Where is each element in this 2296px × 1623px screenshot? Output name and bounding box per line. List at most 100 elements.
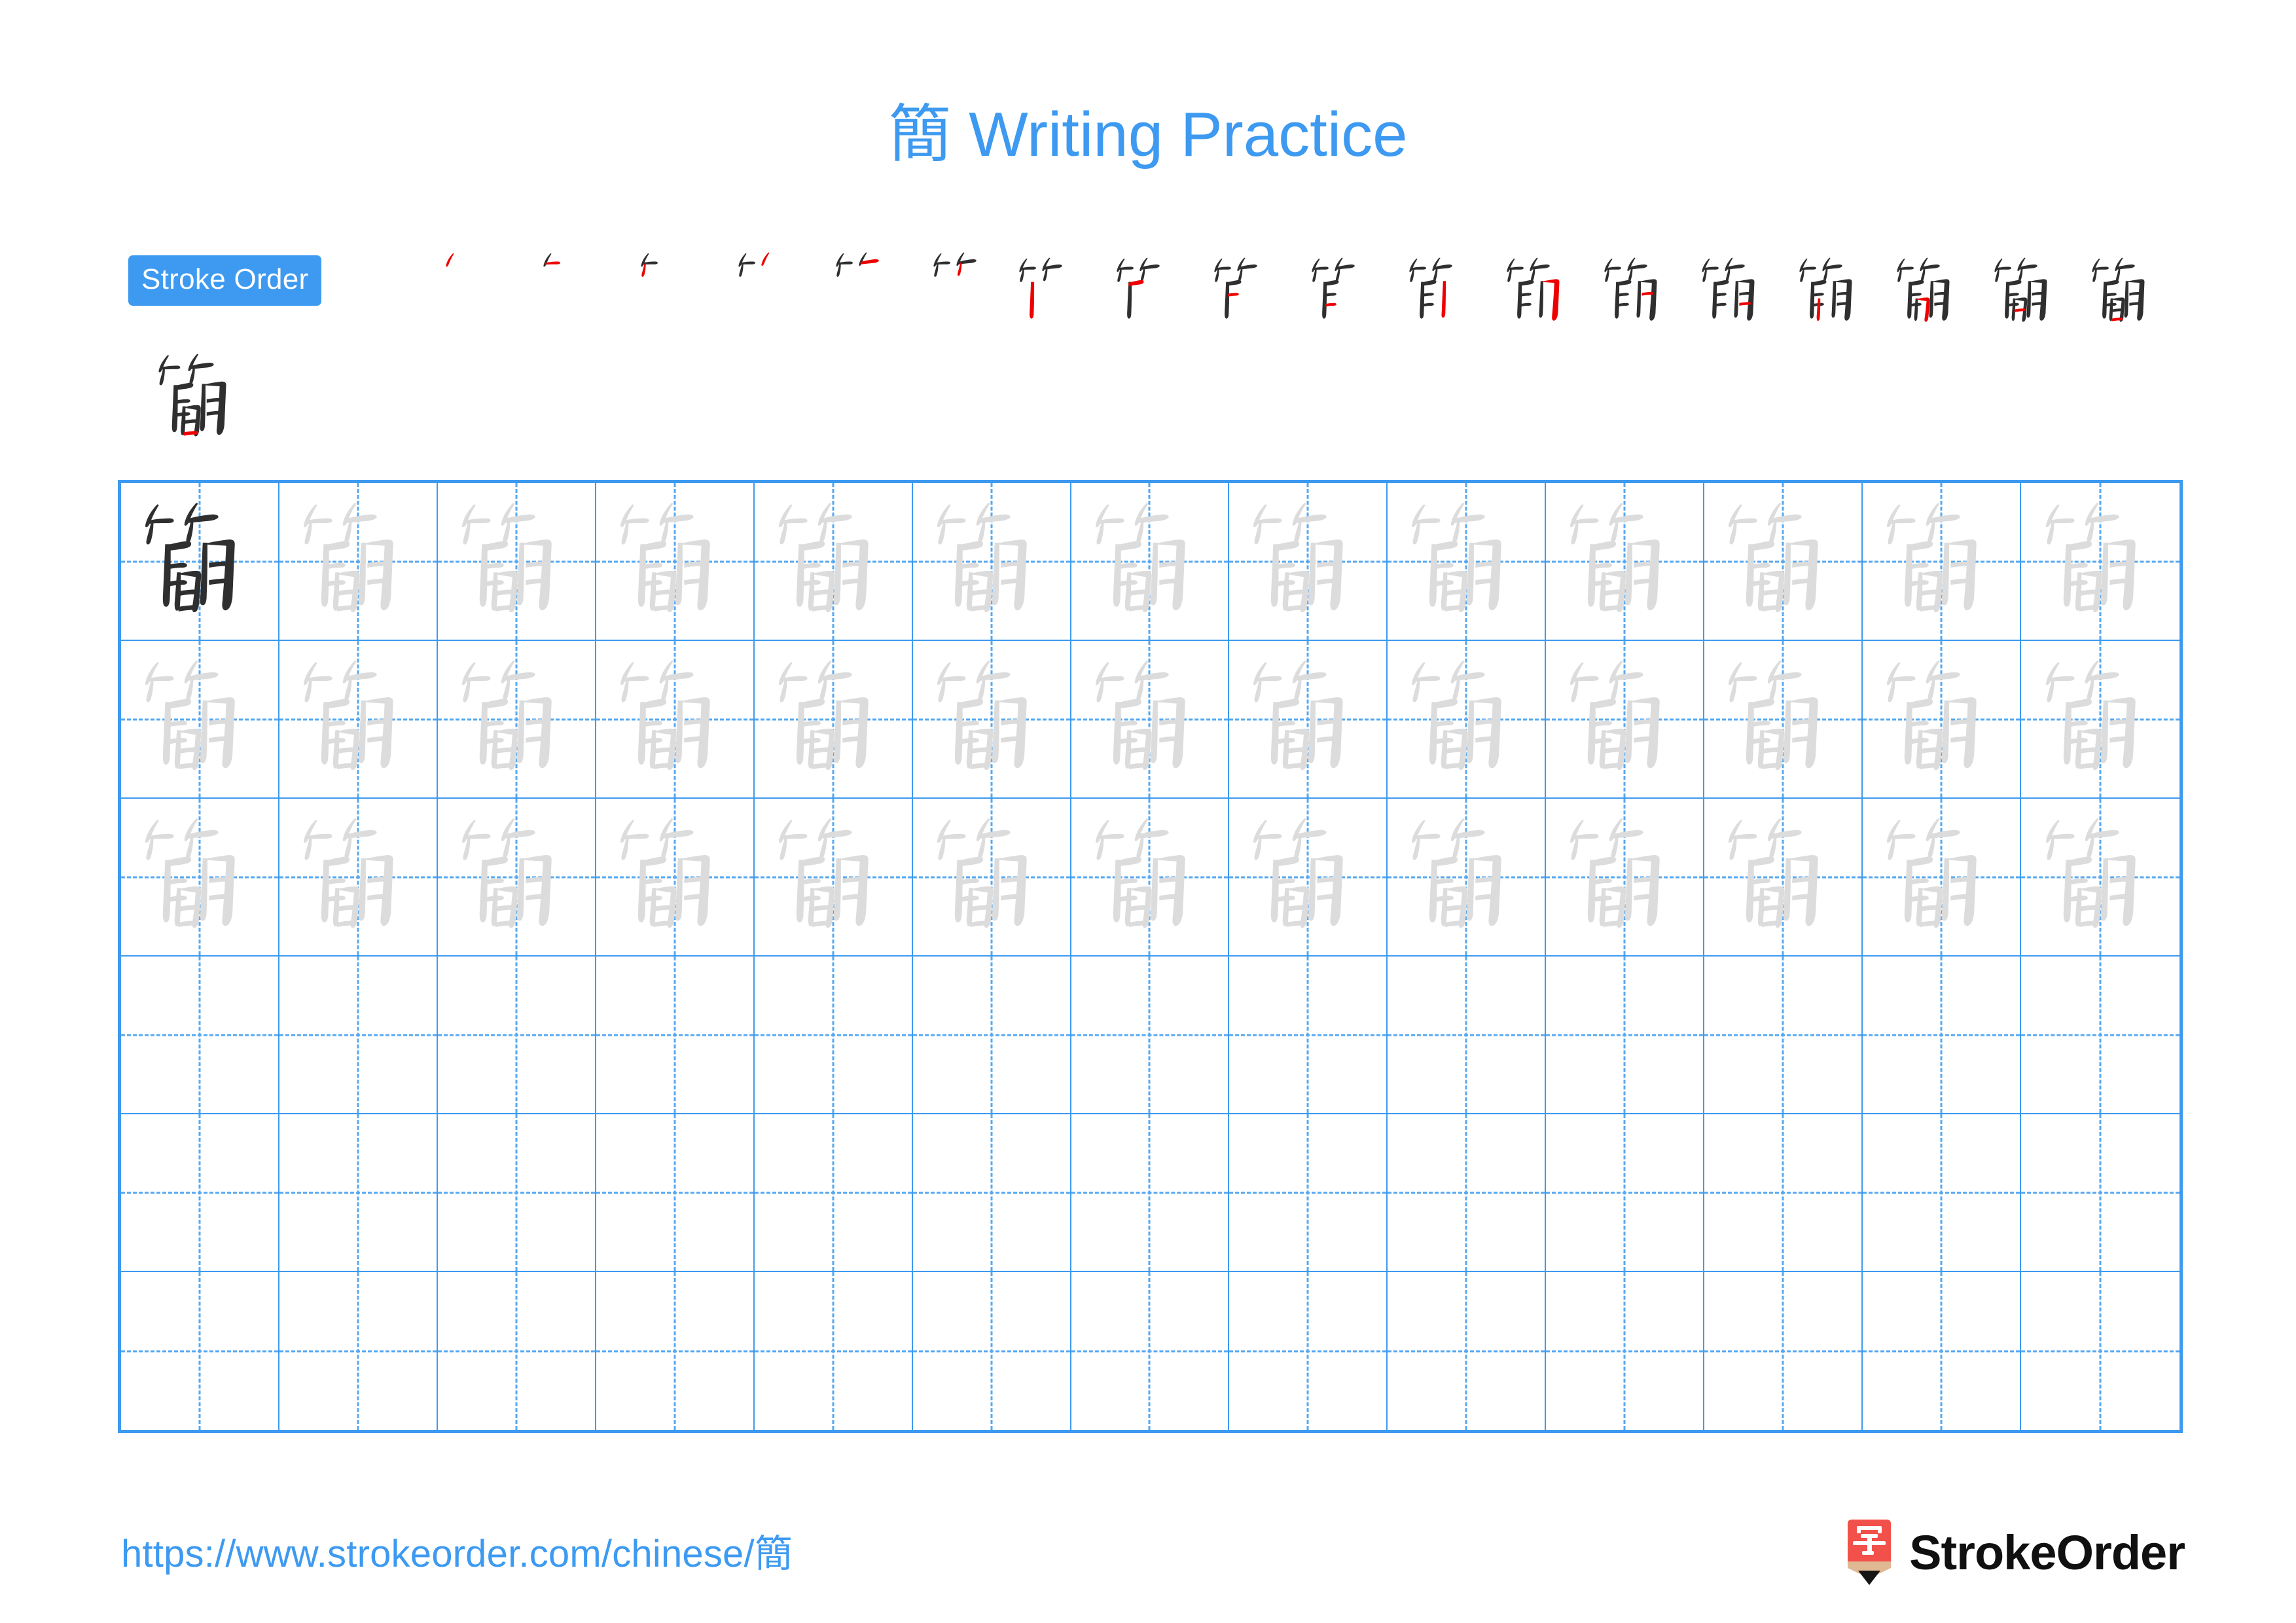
practice-cell-r3-c5[interactable] bbox=[754, 799, 913, 957]
practice-cell-r1-c2[interactable] bbox=[279, 483, 438, 641]
practice-cell-r4-c5[interactable] bbox=[754, 957, 913, 1114]
practice-cell-r2-c13[interactable] bbox=[2021, 641, 2179, 799]
practice-cell-r2-c2[interactable] bbox=[279, 641, 438, 799]
practice-cell-r2-c3[interactable] bbox=[437, 641, 596, 799]
practice-cell-r4-c4[interactable] bbox=[596, 957, 755, 1114]
practice-cell-r1-c13[interactable] bbox=[2021, 483, 2179, 641]
practice-cell-r4-c8[interactable] bbox=[1229, 957, 1388, 1114]
practice-cell-r3-c9[interactable] bbox=[1388, 799, 1547, 957]
practice-cell-r2-c4[interactable] bbox=[596, 641, 755, 799]
practice-cell-r5-c7[interactable] bbox=[1071, 1114, 1230, 1272]
practice-cell-r5-c3[interactable] bbox=[437, 1114, 596, 1272]
footer-logo[interactable]: StrokeOrder bbox=[1844, 1516, 2185, 1588]
practice-cell-r6-c8[interactable] bbox=[1229, 1272, 1388, 1430]
practice-cell-r4-c13[interactable] bbox=[2021, 957, 2179, 1114]
practice-cell-r4-c1[interactable] bbox=[121, 957, 279, 1114]
practice-cell-r5-c1[interactable] bbox=[121, 1114, 279, 1272]
stroke-step-7 bbox=[995, 244, 1094, 335]
practice-cell-r1-c8[interactable] bbox=[1229, 483, 1388, 641]
practice-cell-r5-c2[interactable] bbox=[279, 1114, 438, 1272]
practice-cell-r1-c3[interactable] bbox=[437, 483, 596, 641]
trace-character bbox=[1229, 799, 1386, 955]
practice-cell-r3-c8[interactable] bbox=[1229, 799, 1388, 957]
practice-cell-r6-c6[interactable] bbox=[913, 1272, 1071, 1430]
stroke-step-15 bbox=[1775, 244, 1874, 335]
practice-cell-r2-c7[interactable] bbox=[1071, 641, 1230, 799]
sample-character bbox=[124, 339, 275, 457]
practice-cell-r5-c4[interactable] bbox=[596, 1114, 755, 1272]
practice-cell-r6-c12[interactable] bbox=[1863, 1272, 2022, 1430]
practice-cell-r3-c4[interactable] bbox=[596, 799, 755, 957]
practice-cell-r5-c9[interactable] bbox=[1388, 1114, 1547, 1272]
practice-cell-r4-c11[interactable] bbox=[1704, 957, 1863, 1114]
practice-cell-r3-c11[interactable] bbox=[1704, 799, 1863, 957]
trace-character bbox=[913, 641, 1070, 797]
footer-url[interactable]: https://www.strokeorder.com/chinese/簡 bbox=[121, 1523, 793, 1578]
practice-cell-r5-c5[interactable] bbox=[754, 1114, 913, 1272]
practice-cell-r3-c6[interactable] bbox=[912, 799, 1071, 957]
practice-cell-r6-c7[interactable] bbox=[1071, 1272, 1230, 1430]
practice-cell-r1-c6[interactable] bbox=[912, 483, 1071, 641]
practice-cell-r1-c9[interactable] bbox=[1388, 483, 1547, 641]
practice-cell-r2-c1[interactable] bbox=[121, 641, 279, 799]
practice-cell-r4-c9[interactable] bbox=[1388, 957, 1547, 1114]
trace-character bbox=[121, 641, 278, 797]
practice-cell-r6-c9[interactable] bbox=[1388, 1272, 1547, 1430]
practice-cell-r6-c5[interactable] bbox=[755, 1272, 913, 1430]
practice-cell-r6-c4[interactable] bbox=[596, 1272, 755, 1430]
trace-character bbox=[1546, 799, 1703, 955]
practice-cell-r5-c12[interactable] bbox=[1863, 1114, 2022, 1272]
practice-cell-r3-c12[interactable] bbox=[1863, 799, 2022, 957]
practice-cell-r6-c3[interactable] bbox=[438, 1272, 596, 1430]
practice-cell-r5-c10[interactable] bbox=[1546, 1114, 1705, 1272]
practice-cell-r1-c11[interactable] bbox=[1704, 483, 1863, 641]
practice-cell-r2-c6[interactable] bbox=[912, 641, 1071, 799]
practice-cell-r1-c1[interactable] bbox=[121, 483, 279, 641]
practice-cell-r3-c13[interactable] bbox=[2021, 799, 2179, 957]
practice-cell-r2-c5[interactable] bbox=[754, 641, 913, 799]
practice-cell-r4-c6[interactable] bbox=[912, 957, 1071, 1114]
practice-cell-r1-c10[interactable] bbox=[1546, 483, 1705, 641]
practice-cell-r6-c2[interactable] bbox=[279, 1272, 438, 1430]
practice-cell-r3-c3[interactable] bbox=[437, 799, 596, 957]
practice-cell-r4-c2[interactable] bbox=[279, 957, 438, 1114]
trace-character bbox=[755, 483, 912, 640]
trace-character bbox=[1229, 641, 1386, 797]
practice-cell-r6-c13[interactable] bbox=[2021, 1272, 2179, 1430]
practice-cell-r1-c5[interactable] bbox=[754, 483, 913, 641]
practice-cell-r3-c10[interactable] bbox=[1546, 799, 1705, 957]
practice-cell-r3-c7[interactable] bbox=[1071, 799, 1230, 957]
practice-cell-r5-c6[interactable] bbox=[912, 1114, 1071, 1272]
practice-cell-r4-c7[interactable] bbox=[1071, 957, 1230, 1114]
practice-cell-r1-c12[interactable] bbox=[1863, 483, 2022, 641]
practice-cell-r4-c12[interactable] bbox=[1863, 957, 2022, 1114]
page-title-text: Writing Practice bbox=[951, 100, 1408, 170]
practice-cell-r3-c2[interactable] bbox=[279, 799, 438, 957]
practice-cell-r2-c8[interactable] bbox=[1229, 641, 1388, 799]
practice-cell-r5-c13[interactable] bbox=[2021, 1114, 2179, 1272]
stroke-step-1 bbox=[410, 244, 509, 335]
practice-cell-r5-c11[interactable] bbox=[1704, 1114, 1863, 1272]
stroke-step-6 bbox=[897, 244, 997, 335]
trace-character bbox=[1863, 799, 2020, 955]
stroke-step-3 bbox=[605, 244, 704, 335]
practice-cell-r4-c3[interactable] bbox=[437, 957, 596, 1114]
stroke-step-glyph bbox=[916, 241, 978, 304]
practice-cell-r2-c11[interactable] bbox=[1704, 641, 1863, 799]
practice-cell-r2-c12[interactable] bbox=[1863, 641, 2022, 799]
practice-cell-r3-c1[interactable] bbox=[121, 799, 279, 957]
trace-character bbox=[1863, 483, 2020, 640]
practice-cell-r4-c10[interactable] bbox=[1546, 957, 1705, 1114]
practice-cell-r5-c8[interactable] bbox=[1229, 1114, 1388, 1272]
stroke-step-glyph bbox=[1391, 246, 1478, 333]
practice-cell-r1-c7[interactable] bbox=[1071, 483, 1230, 641]
practice-cell-r2-c10[interactable] bbox=[1546, 641, 1705, 799]
practice-cell-r6-c11[interactable] bbox=[1704, 1272, 1863, 1430]
practice-cell-r2-c9[interactable] bbox=[1388, 641, 1547, 799]
trace-character bbox=[913, 483, 1070, 640]
practice-cell-r1-c4[interactable] bbox=[596, 483, 755, 641]
practice-cell-r6-c1[interactable] bbox=[121, 1272, 279, 1430]
practice-cell-r6-c10[interactable] bbox=[1546, 1272, 1705, 1430]
trace-character bbox=[279, 641, 437, 797]
trace-character bbox=[755, 641, 912, 797]
